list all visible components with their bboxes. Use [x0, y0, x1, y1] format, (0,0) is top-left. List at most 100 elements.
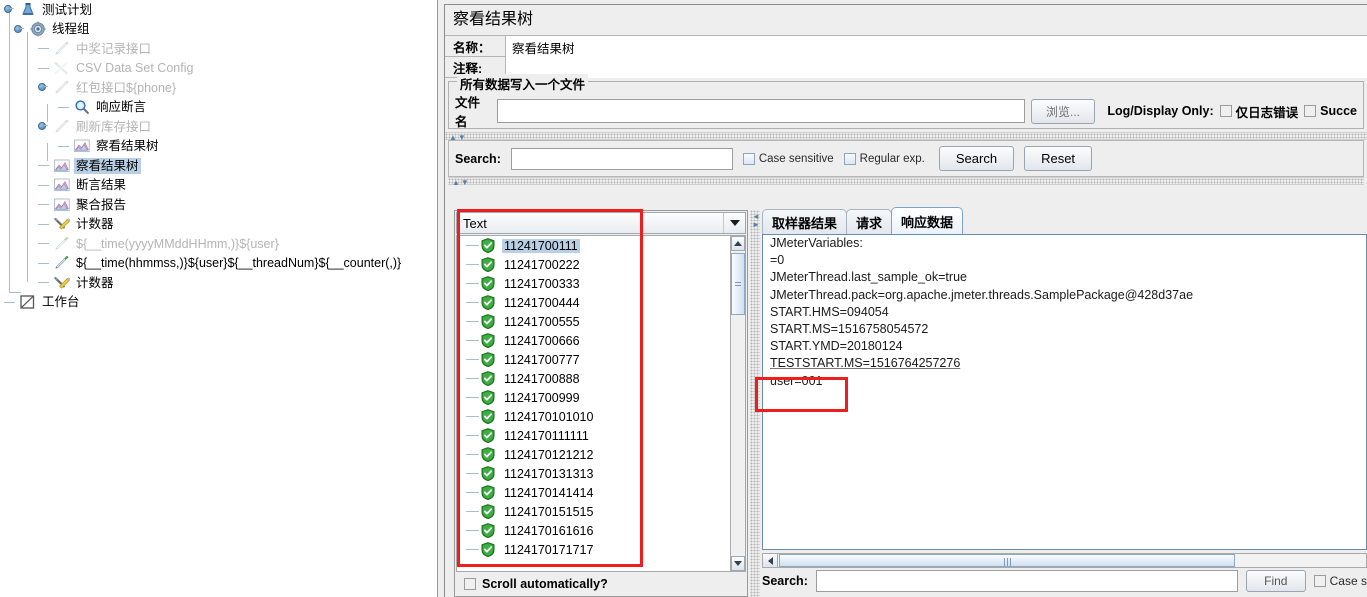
checkbox-box[interactable]: [843, 152, 856, 165]
search-label: Search:: [455, 151, 501, 166]
tree-item-1[interactable]: 线程组: [0, 20, 437, 40]
find-search-input[interactable]: [815, 570, 1238, 592]
tree-expand-handle[interactable]: [14, 24, 25, 35]
tree-item-7[interactable]: 察看结果树: [0, 137, 437, 157]
successes-only-checkbox[interactable]: Succe: [1304, 104, 1357, 118]
find-button[interactable]: Find: [1245, 570, 1306, 592]
tree-item-14[interactable]: 计数器: [0, 273, 437, 293]
tree-expand-handle[interactable]: [4, 4, 15, 15]
list-item[interactable]: 11241700777: [457, 350, 730, 369]
browse-button[interactable]: 浏览...: [1030, 98, 1096, 124]
tree-branch-line: [38, 204, 49, 206]
tree-branch-line: [466, 473, 479, 474]
tree-item-4[interactable]: 红包接口${phone}: [0, 78, 437, 98]
scroll-automatically-checkbox[interactable]: Scroll automatically?: [457, 574, 608, 594]
checkbox-box[interactable]: [1313, 575, 1326, 587]
tab-0[interactable]: 取样器结果: [762, 209, 848, 235]
list-item-label: 1124170121212: [504, 447, 594, 462]
scroll-up-button[interactable]: [731, 236, 745, 251]
render-selector-combo[interactable]: Text: [456, 212, 746, 234]
splitter-arrows-icon[interactable]: ▲▼: [452, 178, 470, 187]
tree-branch-line: [38, 243, 49, 245]
checkbox-box[interactable]: [1304, 105, 1317, 117]
group-legend: 所有数据写入一个文件: [457, 74, 589, 93]
tree-item-6[interactable]: 刷新库存接口: [0, 117, 437, 137]
comment-input[interactable]: [505, 56, 1367, 78]
list-item[interactable]: 11241700888: [457, 369, 730, 388]
list-item[interactable]: 1124170141414: [457, 483, 730, 502]
find-case-sensitive-checkbox[interactable]: Case s: [1313, 574, 1367, 588]
scroll-down-button[interactable]: [731, 556, 745, 571]
splitter-arrows-icon[interactable]: ▲▼: [449, 133, 467, 142]
list-item[interactable]: 1124170161616: [457, 521, 730, 540]
tab-1[interactable]: 请求: [846, 209, 893, 235]
test-plan-tree[interactable]: 测试计划 线程组 中奖记录接口 CSV Data Set Config 红包接口…: [0, 0, 437, 597]
tree-expand-handle[interactable]: [38, 82, 49, 93]
case-sensitive-checkbox[interactable]: Case sensitive: [742, 152, 834, 165]
tree-item-11[interactable]: 计数器: [0, 215, 437, 235]
list-item[interactable]: 11241700333: [457, 274, 730, 293]
list-item-label: 11241700111: [502, 238, 580, 253]
list-item[interactable]: 11241700666: [457, 331, 730, 350]
vertical-splitter[interactable]: ◄ ►: [750, 210, 760, 597]
list-item[interactable]: 11241700999: [457, 388, 730, 407]
checkbox-box[interactable]: [742, 152, 755, 165]
errors-only-checkbox[interactable]: 仅日志错误: [1219, 102, 1299, 121]
tree-branch-line: [466, 321, 479, 322]
success-shield-icon: [481, 314, 495, 330]
list-item[interactable]: 1124170121212: [457, 445, 730, 464]
scrollbar-thumb[interactable]: [731, 253, 745, 315]
checkbox-box[interactable]: [464, 578, 476, 590]
scroll-left-button[interactable]: [763, 554, 778, 567]
list-item[interactable]: 1124170171717: [457, 540, 730, 559]
tree-branch-line: [466, 435, 479, 436]
find-toolbar: Search: Find Case s: [762, 569, 1367, 593]
search-input[interactable]: [510, 147, 733, 170]
tree-item-12[interactable]: ${__time(yyyyMMddHHmm,)}${user}: [0, 234, 437, 254]
list-item-label: 1124170111111: [504, 428, 589, 443]
tree-item-13[interactable]: ${__time(hhmmss,)}${user}${__threadNum}$…: [0, 254, 437, 274]
tree-item-5[interactable]: 响应断言: [0, 98, 437, 118]
scrollbar-thumb[interactable]: [779, 554, 1235, 567]
tree-branch-line: [466, 492, 479, 493]
list-item[interactable]: 11241700555: [457, 312, 730, 331]
response-horizontal-scrollbar[interactable]: [762, 553, 1367, 568]
reset-button[interactable]: Reset: [1024, 146, 1093, 171]
list-item[interactable]: 1124170101010: [457, 407, 730, 426]
list-item[interactable]: 1124170111111: [457, 426, 730, 445]
tree-expand-handle[interactable]: [38, 121, 49, 132]
result-list[interactable]: 11241700111 11241700222 11241700333 1124…: [456, 235, 730, 572]
response-data-view[interactable]: JMeterVariables: =0 JMeterThread.last_samp…: [762, 234, 1367, 550]
tree-item-9[interactable]: 断言结果: [0, 176, 437, 196]
tree-item-10[interactable]: 聚合报告: [0, 195, 437, 215]
filename-input[interactable]: [497, 99, 1025, 123]
search-button[interactable]: Search: [938, 146, 1015, 171]
response-line: =0: [770, 253, 785, 268]
response-line: JMeterThread.last_sample_ok=true: [770, 270, 967, 285]
regular-exp-checkbox[interactable]: Regular exp.: [843, 152, 925, 165]
list-item-label: 11241700999: [504, 390, 580, 405]
list-item[interactable]: 11241700444: [457, 293, 730, 312]
checkbox-box[interactable]: [1219, 105, 1232, 117]
tree-item-2[interactable]: 中奖记录接口: [0, 39, 437, 59]
list-item[interactable]: 1124170151515: [457, 502, 730, 521]
chevron-down-icon[interactable]: [723, 213, 745, 233]
case-sensitive-label: Case sensitive: [758, 152, 834, 165]
splitter-top[interactable]: ▲▼: [445, 132, 1367, 142]
splitter-right-arrow-icon[interactable]: ►: [752, 220, 760, 229]
tab-2[interactable]: 响应数据: [891, 207, 964, 234]
errors-only-label: 仅日志错误: [1235, 105, 1299, 120]
tree-item-8[interactable]: 察看结果树: [0, 156, 437, 176]
list-item[interactable]: 11241700111: [457, 236, 730, 255]
page-title: 察看结果树: [445, 5, 1367, 36]
tree-item-3[interactable]: CSV Data Set Config: [0, 59, 437, 79]
log-display-only-label: Log/Display Only:: [1107, 104, 1214, 118]
result-list-scrollbar[interactable]: [730, 235, 746, 572]
name-input[interactable]: [505, 35, 1367, 57]
list-item[interactable]: 1124170131313: [457, 464, 730, 483]
response-lines: JMeterVariables: =0 JMeterThread.last_samp…: [763, 235, 1366, 390]
splitter-mid[interactable]: ▲▼: [448, 177, 1364, 187]
list-item[interactable]: 11241700222: [457, 255, 730, 274]
tree-item-0[interactable]: 测试计划: [0, 0, 437, 20]
tree-item-15[interactable]: 工作台: [0, 293, 437, 313]
